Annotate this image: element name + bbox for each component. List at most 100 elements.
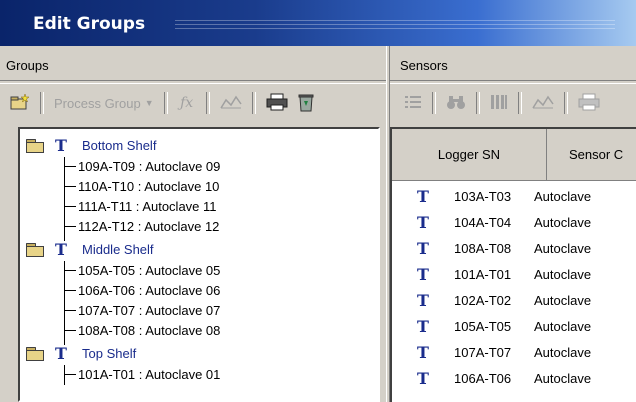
column-header-logger-sn[interactable]: Logger SN (392, 129, 547, 181)
groups-header-divider (0, 80, 386, 84)
logger-sn-cell: 107A-T07 (454, 344, 512, 360)
logger-sn-cell: 108A-T08 (454, 240, 512, 256)
group-label: Middle Shelf (82, 241, 154, 257)
sensors-header-divider (390, 80, 636, 84)
table-row[interactable]: T 108A-T08 Autoclave (392, 235, 591, 261)
sensor-desc-cell: Autoclave (534, 266, 592, 282)
tree-item-label: 106A-T06 : Autoclave 06 (78, 282, 221, 298)
find-button[interactable] (442, 90, 470, 116)
logger-sn-cell: 106A-T06 (454, 370, 512, 386)
column-header-label: Sensor C (569, 147, 624, 162)
tree-item[interactable]: 109A-T09 : Autoclave 09 (64, 157, 220, 175)
tree-item[interactable]: 112A-T12 : Autoclave 12 (64, 217, 219, 235)
groups-toolbar: Process Group ▼ ƒx (6, 88, 380, 118)
temperature-sensor-icon: T (55, 343, 67, 363)
printer-icon (266, 93, 288, 114)
temperature-sensor-icon: T (417, 342, 429, 362)
graph-icon (532, 94, 554, 113)
groups-panel-header: Groups (6, 58, 49, 73)
tree-item-label: 111A-T11 : Autoclave 11 (78, 198, 217, 214)
tree-item[interactable]: 108A-T08 : Autoclave 08 (64, 321, 220, 339)
temperature-sensor-icon: T (55, 135, 67, 155)
tree-item-label: 101A-T01 : Autoclave 01 (78, 366, 221, 382)
temperature-sensor-icon: T (417, 212, 429, 232)
process-group-label: Process Group (54, 95, 141, 111)
sensor-desc-cell: Autoclave (534, 240, 592, 256)
temperature-sensor-icon: T (417, 368, 429, 388)
columns-button[interactable] (486, 90, 512, 116)
printer-icon (578, 93, 600, 114)
tree-item-label: 110A-T10 : Autoclave 10 (78, 178, 220, 194)
list-details-icon (404, 94, 422, 113)
tree-item[interactable]: 111A-T11 : Autoclave 11 (64, 197, 217, 215)
table-row[interactable]: T 105A-T05 Autoclave (392, 313, 591, 339)
toolbar-separator (476, 92, 480, 114)
print-button[interactable] (574, 90, 604, 116)
groups-tree[interactable]: T Bottom Shelf 109A-T09 : Autoclave 09 1… (18, 127, 380, 402)
sensors-panel-header: Sensors (400, 58, 448, 73)
table-row[interactable]: T 101A-T01 Autoclave (392, 261, 591, 287)
toolbar-separator (163, 92, 168, 114)
graph-icon (219, 94, 242, 113)
sensors-toolbar (400, 88, 630, 118)
toolbar-separator (564, 92, 568, 114)
column-header-sensor[interactable]: Sensor C (547, 129, 636, 181)
folder-icon (26, 138, 44, 153)
tree-item-label: 107A-T07 : Autoclave 07 (78, 302, 221, 318)
tree-item-label: 108A-T08 : Autoclave 08 (78, 322, 221, 338)
table-row[interactable]: T 106A-T06 Autoclave (392, 365, 591, 391)
new-group-button[interactable] (6, 90, 34, 116)
temperature-sensor-icon: T (417, 186, 429, 206)
process-group-button[interactable]: Process Group ▼ (50, 90, 158, 116)
column-header-label: Logger SN (437, 147, 501, 162)
details-button[interactable] (400, 90, 426, 116)
tree-item-label: 109A-T09 : Autoclave 09 (78, 158, 221, 174)
title-bar: Edit Groups (0, 0, 636, 46)
tree-item[interactable]: 105A-T05 : Autoclave 05 (64, 261, 220, 279)
tree-item-label: 112A-T12 : Autoclave 12 (78, 218, 220, 234)
temperature-sensor-icon: T (55, 239, 67, 259)
toolbar-separator (432, 92, 436, 114)
group-label: Top Shelf (82, 345, 137, 361)
table-row[interactable]: T 107A-T07 Autoclave (392, 339, 591, 365)
table-row[interactable]: T 104A-T04 Autoclave (392, 209, 591, 235)
delete-button[interactable] (292, 90, 320, 116)
folder-icon (26, 346, 44, 361)
temperature-sensor-icon: T (417, 290, 429, 310)
tree-group-bottom-shelf[interactable]: T Bottom Shelf (26, 135, 156, 155)
columns-icon (490, 94, 508, 113)
tree-item[interactable]: 101A-T01 : Autoclave 01 (64, 365, 220, 383)
logger-sn-cell: 101A-T01 (454, 266, 512, 282)
tree-group-top-shelf[interactable]: T Top Shelf (26, 343, 136, 363)
sensor-desc-cell: Autoclave (534, 344, 592, 360)
toolbar-separator (205, 92, 210, 114)
groups-panel: Groups Process Group ▼ ƒx T Bottom Shelf… (0, 46, 386, 402)
logger-sn-cell: 105A-T05 (454, 318, 512, 334)
sensor-desc-cell: Autoclave (534, 214, 592, 230)
tree-item[interactable]: 107A-T07 : Autoclave 07 (64, 301, 220, 319)
sensors-table[interactable]: Logger SN Sensor C T 103A-T03 Autoclave T 1… (390, 127, 636, 402)
temperature-sensor-icon: T (417, 264, 429, 284)
toolbar-separator (40, 92, 44, 114)
tree-item-label: 105A-T05 : Autoclave 05 (78, 262, 221, 278)
logger-sn-cell: 104A-T04 (454, 214, 512, 230)
temperature-sensor-icon: T (417, 238, 429, 258)
graph-button[interactable] (528, 90, 558, 116)
window-title: Edit Groups (33, 14, 146, 34)
table-row[interactable]: T 103A-T03 Autoclave (392, 183, 591, 209)
sensor-desc-cell: Autoclave (534, 292, 592, 308)
table-row[interactable]: T 102A-T02 Autoclave (392, 287, 591, 313)
logger-sn-cell: 103A-T03 (454, 188, 512, 204)
function-icon: ƒx (180, 95, 194, 111)
tree-item[interactable]: 110A-T10 : Autoclave 10 (64, 177, 219, 195)
dropdown-arrow-icon: ▼ (144, 98, 154, 108)
tree-item[interactable]: 106A-T06 : Autoclave 06 (64, 281, 220, 299)
logger-sn-cell: 102A-T02 (454, 292, 512, 308)
graph-button[interactable] (216, 90, 246, 116)
tree-group-middle-shelf[interactable]: T Middle Shelf (26, 239, 154, 259)
print-button[interactable] (262, 90, 292, 116)
sensor-desc-cell: Autoclave (534, 318, 592, 334)
sensor-desc-cell: Autoclave (534, 370, 592, 386)
toolbar-separator (251, 92, 256, 114)
formula-button[interactable]: ƒx (174, 90, 200, 116)
